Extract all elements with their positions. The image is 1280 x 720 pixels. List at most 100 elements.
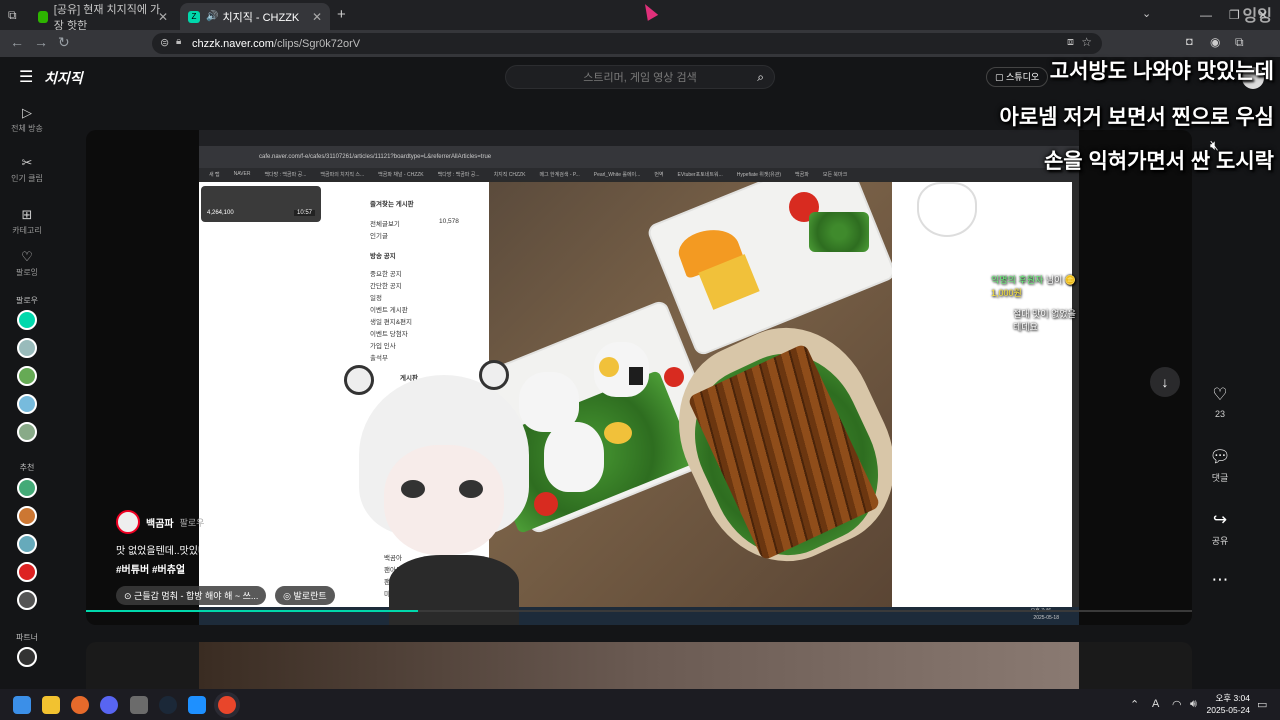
clip-title-chip[interactable]: ⊙ 근들갑 멈춰 - 합방 해야 해 ~ 쓰... xyxy=(116,586,267,605)
viewer-badge: 4,264,100 xyxy=(207,210,234,216)
bookmark-item: 메그 한계검색 - P... xyxy=(539,171,580,178)
scroll-down-button[interactable]: ↓ xyxy=(1150,367,1180,397)
tab-search-icon[interactable]: ⧉ xyxy=(8,8,17,23)
grid-icon: ⊞ xyxy=(21,207,33,222)
clip-progress-bar[interactable] xyxy=(86,610,1192,612)
url-field[interactable]: ⊜ 🔒︎ chzzk.naver.com/clips/Sgr0k72orV ⧈ … xyxy=(152,33,1102,54)
steam-icon[interactable] xyxy=(159,696,177,714)
followed-channel-avatar[interactable] xyxy=(17,310,37,330)
recommended-channel-avatar[interactable] xyxy=(17,534,37,554)
chzzk-favicon: Z xyxy=(188,10,200,23)
close-icon[interactable]: ✕ xyxy=(158,10,168,24)
extensions-icon[interactable]: ⧉ xyxy=(1235,35,1244,50)
search-icon[interactable]: ⌕ xyxy=(757,70,764,85)
taskbar-clock[interactable]: 오후 3:04 2025-05-24 xyxy=(1207,692,1250,716)
next-clip-thumbnail xyxy=(199,642,1079,689)
comment-button[interactable]: 💬︎ 댓글 xyxy=(1200,447,1240,484)
translate-icon[interactable]: ⧈ xyxy=(1067,36,1074,49)
clip-info: 백곰파 팔로우 맛 없었을텐데..맛있다고 해주다니 #버튜버 #버츄얼 ⊙ 근… xyxy=(116,510,516,605)
share-button[interactable]: ↪ 공유 xyxy=(1200,510,1240,547)
clock-time: 오후 3:04 xyxy=(1215,693,1250,703)
profile-icon[interactable]: ◉ xyxy=(1210,35,1220,49)
input-language[interactable]: A xyxy=(1152,698,1159,710)
forward-icon[interactable]: → xyxy=(34,34,48,50)
captured-url-text: cafe.naver.com/f-e/cafes/31107261/articl… xyxy=(259,154,492,160)
comment-label: 댓글 xyxy=(1211,473,1229,483)
windows-start-icon[interactable] xyxy=(13,696,31,714)
reload-icon[interactable]: ↻ xyxy=(58,34,70,51)
recommended-channel-avatar[interactable] xyxy=(17,590,37,610)
recommended-channel-avatar[interactable] xyxy=(17,478,37,498)
sidebar-item-clips[interactable]: ✂ 인기 클립 xyxy=(0,155,54,184)
clip-category-chip[interactable]: ◎ 발로란트 xyxy=(275,586,335,605)
clip-video-player[interactable]: cafe.naver.com/f-e/cafes/31107261/articl… xyxy=(86,130,1192,625)
studio-label: 스튜디오 xyxy=(1006,72,1040,82)
egg-heart xyxy=(604,422,632,444)
bookmark-star-icon[interactable]: ☆ xyxy=(1081,35,1092,49)
bookmark-item: 번역 xyxy=(654,171,664,178)
next-clip-preview[interactable] xyxy=(86,642,1192,689)
follow-button[interactable]: 팔로우 xyxy=(180,516,205,529)
studio-icon: ▢ xyxy=(995,72,1007,82)
chzzk-logo[interactable]: 치지직 xyxy=(44,68,83,88)
battlenet-icon[interactable] xyxy=(188,696,206,714)
followed-channel-avatar[interactable] xyxy=(17,366,37,386)
captured-bookmarks-bar: 새 탭 NAVER 백다방 : 백곰파 공... 백곰파의 치지직 스... 백… xyxy=(199,168,1079,180)
back-icon[interactable]: ← xyxy=(10,34,24,50)
sidebar-item-category[interactable]: ⊞ 카테고리 xyxy=(0,207,54,236)
wifi-icon[interactable]: ◠ xyxy=(1172,698,1182,711)
app-icon[interactable] xyxy=(130,696,148,714)
recommended-channel-avatar[interactable] xyxy=(17,562,37,582)
bookmark-item: Pearl_White 롤에이... xyxy=(593,171,641,178)
menu-item: 전체글보기 xyxy=(370,221,400,228)
close-icon[interactable]: ✕ xyxy=(312,10,322,24)
browser-tab-bar: ⧉ [공유] 현재 치지직에 가장 핫한 ✕ Z 🔊 치지직 - CHZZK ✕… xyxy=(0,0,1280,32)
tab-share-post[interactable]: [공유] 현재 치지직에 가장 핫한 ✕ xyxy=(30,3,176,32)
studio-button[interactable]: ▢ 스튜디오 xyxy=(986,67,1049,87)
restore-button[interactable]: ❐ xyxy=(1229,8,1240,22)
followed-channel-avatar[interactable] xyxy=(17,338,37,358)
notification-icon[interactable]: ▭ xyxy=(1257,698,1267,711)
firefox-icon[interactable] xyxy=(71,696,89,714)
hamburger-menu-icon[interactable]: ☰ xyxy=(19,67,33,87)
watermark: 잉잉 xyxy=(1242,8,1272,25)
like-button[interactable]: ♡ 23 xyxy=(1200,385,1240,419)
discord-icon[interactable] xyxy=(100,696,118,714)
sidebar-item-following[interactable]: ♡ 팔로잉 xyxy=(0,249,54,278)
clip-description: 맛 없었을텐데..맛있다고 해주다니 xyxy=(116,546,256,557)
menu-item: 일정 xyxy=(370,295,382,302)
tab-title: [공유] 현재 치지직에 가장 핫한 xyxy=(53,3,161,32)
more-button[interactable]: ⋯ xyxy=(1200,570,1240,594)
broccoli xyxy=(809,212,869,252)
recommended-channel-avatar[interactable] xyxy=(17,506,37,526)
url-path: /clips/Sgr0k72orV xyxy=(273,37,361,50)
avatar-eye xyxy=(459,480,483,498)
cherry-tomato xyxy=(664,367,684,387)
site-info-icon[interactable]: ⊜ xyxy=(160,36,169,49)
sidebar-item-live[interactable]: ▷ 전체 방송 xyxy=(0,105,54,134)
minimize-button[interactable]: — xyxy=(1200,8,1212,22)
followed-channel-avatar[interactable] xyxy=(17,422,37,442)
streamer-avatar[interactable] xyxy=(116,510,140,534)
pocket-icon[interactable]: ◘ xyxy=(1186,36,1193,48)
tab-chzzk[interactable]: Z 🔊 치지직 - CHZZK ✕ xyxy=(180,3,330,30)
file-explorer-icon[interactable] xyxy=(42,696,60,714)
bookmark-item: 백다방 : 백곰파 공... xyxy=(437,171,480,178)
more-icon: ⋯ xyxy=(1211,570,1229,589)
tray-chevron-icon[interactable]: ⌃ xyxy=(1130,698,1139,711)
naver-cafe-favicon xyxy=(38,10,48,23)
speaker-icon[interactable]: 🔊︎ xyxy=(1190,698,1197,711)
streamer-name[interactable]: 백곰파 xyxy=(146,515,174,530)
progress-fill xyxy=(86,610,418,612)
sidebar-item-label: 카테고리 xyxy=(12,226,42,235)
captured-clock-date: 2025-05-18 xyxy=(1033,615,1059,621)
captured-stream-widget: 4,264,100 10:57 xyxy=(201,186,321,222)
followed-channel-avatar[interactable] xyxy=(17,394,37,414)
donation-name: 익명의 후원자 xyxy=(991,275,1044,285)
partner-channel-avatar[interactable] xyxy=(17,647,37,667)
search-input[interactable]: 스트리머, 게임 영상 검색 ⌕ xyxy=(505,65,775,89)
firefox-active-icon[interactable] xyxy=(218,696,236,714)
clip-hashtags[interactable]: #버튜버 #버츄얼 xyxy=(116,561,516,576)
tab-list-chevron-icon[interactable]: ⌄ xyxy=(1142,7,1151,20)
new-tab-button[interactable]: + xyxy=(337,6,346,23)
